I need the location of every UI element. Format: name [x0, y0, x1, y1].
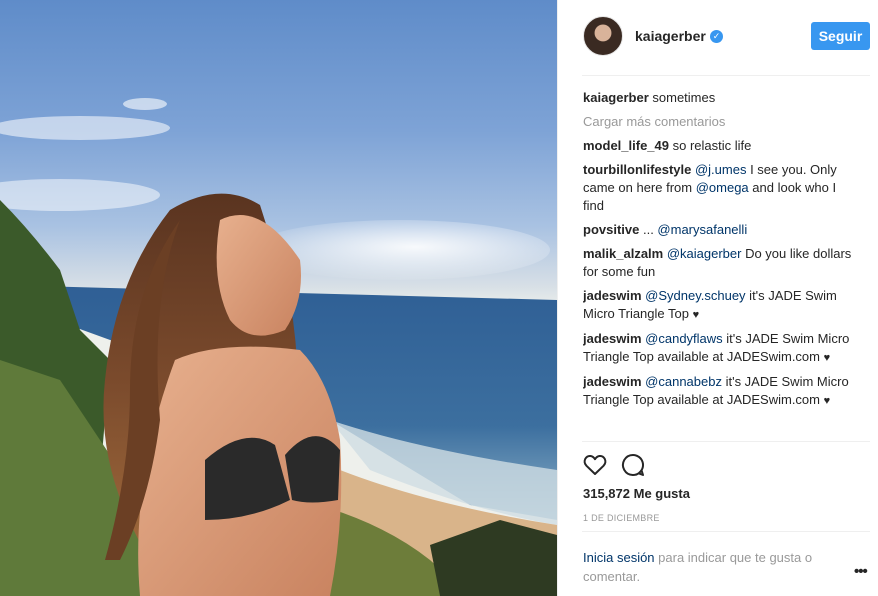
comments-list: kaiagerber sometimes Cargar más comentar…: [583, 89, 853, 441]
caption: kaiagerber sometimes: [583, 89, 853, 107]
login-link[interactable]: Inicia sesión: [583, 550, 655, 565]
comment-mention-link[interactable]: @kaiagerber: [667, 246, 742, 261]
likes-count[interactable]: 315,872 Me gusta: [583, 486, 690, 501]
comment-item: malik_alzalm @kaiagerber Do you like dol…: [583, 245, 853, 281]
divider: [582, 441, 870, 442]
post-date: 1 DE DICIEMBRE: [583, 513, 660, 523]
comment-username[interactable]: jadeswim: [583, 288, 642, 303]
beach-portrait-image: [0, 98, 557, 596]
comment-mention-link[interactable]: @j.umes: [695, 162, 747, 177]
divider: [582, 531, 870, 532]
comment-username[interactable]: jadeswim: [583, 374, 642, 389]
likes-label: Me gusta: [633, 486, 690, 501]
verified-badge-icon: ✓: [710, 30, 723, 43]
comment-mention-link[interactable]: @candyflaws: [645, 331, 723, 346]
caption-username[interactable]: kaiagerber: [583, 90, 649, 105]
heart-emoji-icon: ♥: [823, 395, 831, 407]
heart-emoji-icon: ♥: [692, 309, 700, 321]
comment-item: jadeswim @cannabebz it's JADE Swim Micro…: [583, 373, 853, 410]
caption-text: sometimes: [652, 90, 716, 105]
comment-text: so relastic life: [669, 138, 752, 153]
post-sidebar: kaiagerber ✓ Seguir kaiagerber sometimes…: [557, 0, 878, 596]
comment-username[interactable]: malik_alzalm: [583, 246, 663, 261]
comment-item: jadeswim @Sydney.schuey it's JADE Swim M…: [583, 287, 853, 324]
comment-item: tourbillonlifestyle @j.umes I see you. O…: [583, 161, 853, 215]
speech-bubble-icon[interactable]: [620, 452, 646, 478]
more-options-icon[interactable]: •••: [854, 563, 868, 580]
likes-number: 315,872: [583, 486, 630, 501]
comment-username[interactable]: tourbillonlifestyle: [583, 162, 691, 177]
post-header: kaiagerber ✓ Seguir: [558, 0, 878, 75]
heart-icon[interactable]: [582, 452, 608, 478]
login-prompt: Inicia sesión para indicar que te gusta …: [583, 548, 845, 586]
heart-emoji-icon: ♥: [823, 352, 831, 364]
comment-username[interactable]: model_life_49: [583, 138, 669, 153]
comment-text: ...: [639, 222, 658, 237]
comment-item: povsitive ... @marysafanelli: [583, 221, 853, 239]
load-more-comments-link[interactable]: Cargar más comentarios: [583, 113, 853, 131]
comment-username[interactable]: povsitive: [583, 222, 639, 237]
follow-button[interactable]: Seguir: [811, 22, 870, 50]
comment-mention-link[interactable]: @cannabebz: [645, 374, 722, 389]
post-photo[interactable]: [0, 0, 557, 596]
comment-mention-link[interactable]: @omega: [696, 180, 749, 195]
comment-item: model_life_49 so relastic life: [583, 137, 853, 155]
comment-mention-link[interactable]: @Sydney.schuey: [645, 288, 745, 303]
avatar[interactable]: [583, 16, 623, 56]
comment-item: jadeswim @candyflaws it's JADE Swim Micr…: [583, 330, 853, 367]
divider: [582, 75, 870, 76]
author-username[interactable]: kaiagerber: [635, 28, 706, 44]
comment-username[interactable]: jadeswim: [583, 331, 642, 346]
comment-mention-link[interactable]: @marysafanelli: [657, 222, 747, 237]
